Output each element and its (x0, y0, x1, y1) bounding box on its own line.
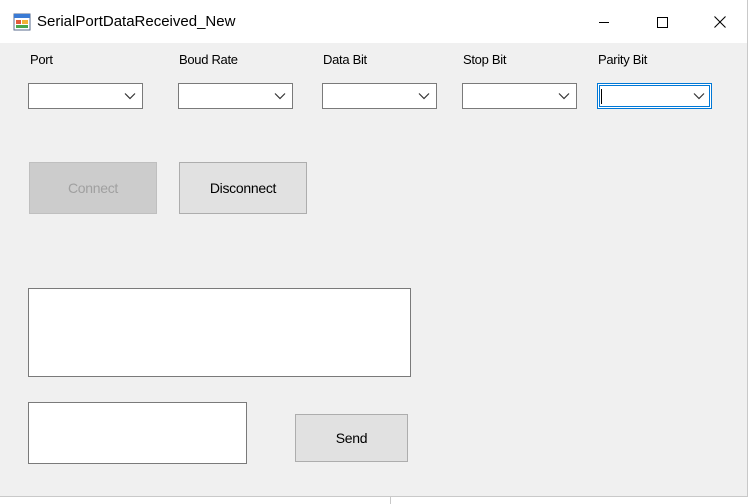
close-icon (714, 16, 726, 28)
chevron-down-icon (418, 93, 430, 100)
chevron-down-icon (124, 93, 136, 100)
app-form-icon (13, 13, 31, 31)
background-divider (390, 497, 391, 504)
maximize-icon (657, 17, 668, 28)
minimize-button[interactable] (575, 0, 633, 43)
chevron-down-icon (558, 93, 570, 100)
parity-bit-label: Parity Bit (598, 52, 648, 67)
stop-bit-select[interactable] (462, 83, 577, 109)
stop-bit-label: Stop Bit (463, 52, 507, 67)
close-button[interactable] (691, 0, 749, 43)
chevron-down-icon (274, 93, 286, 100)
baud-rate-select[interactable] (178, 83, 293, 109)
baud-rate-label: Boud Rate (179, 52, 238, 67)
port-label: Port (30, 52, 53, 67)
app-window: SerialPortDataReceived_New Port Boud Rat… (0, 0, 748, 497)
data-bit-select[interactable] (322, 83, 437, 109)
connect-button[interactable]: Connect (29, 162, 157, 214)
send-message-textbox[interactable] (28, 402, 247, 464)
title-bar[interactable]: SerialPortDataReceived_New (0, 0, 747, 43)
background-window (748, 0, 756, 504)
port-select[interactable] (28, 83, 143, 109)
minimize-icon (599, 22, 609, 23)
send-button[interactable]: Send (295, 414, 408, 462)
disconnect-button[interactable]: Disconnect (179, 162, 307, 214)
window-title: SerialPortDataReceived_New (37, 13, 236, 30)
parity-bit-select[interactable] (597, 83, 712, 109)
text-caret (601, 89, 602, 104)
data-bit-label: Data Bit (323, 52, 367, 67)
maximize-button[interactable] (633, 0, 691, 43)
received-data-textbox[interactable] (28, 288, 411, 377)
chevron-down-icon (693, 93, 705, 100)
